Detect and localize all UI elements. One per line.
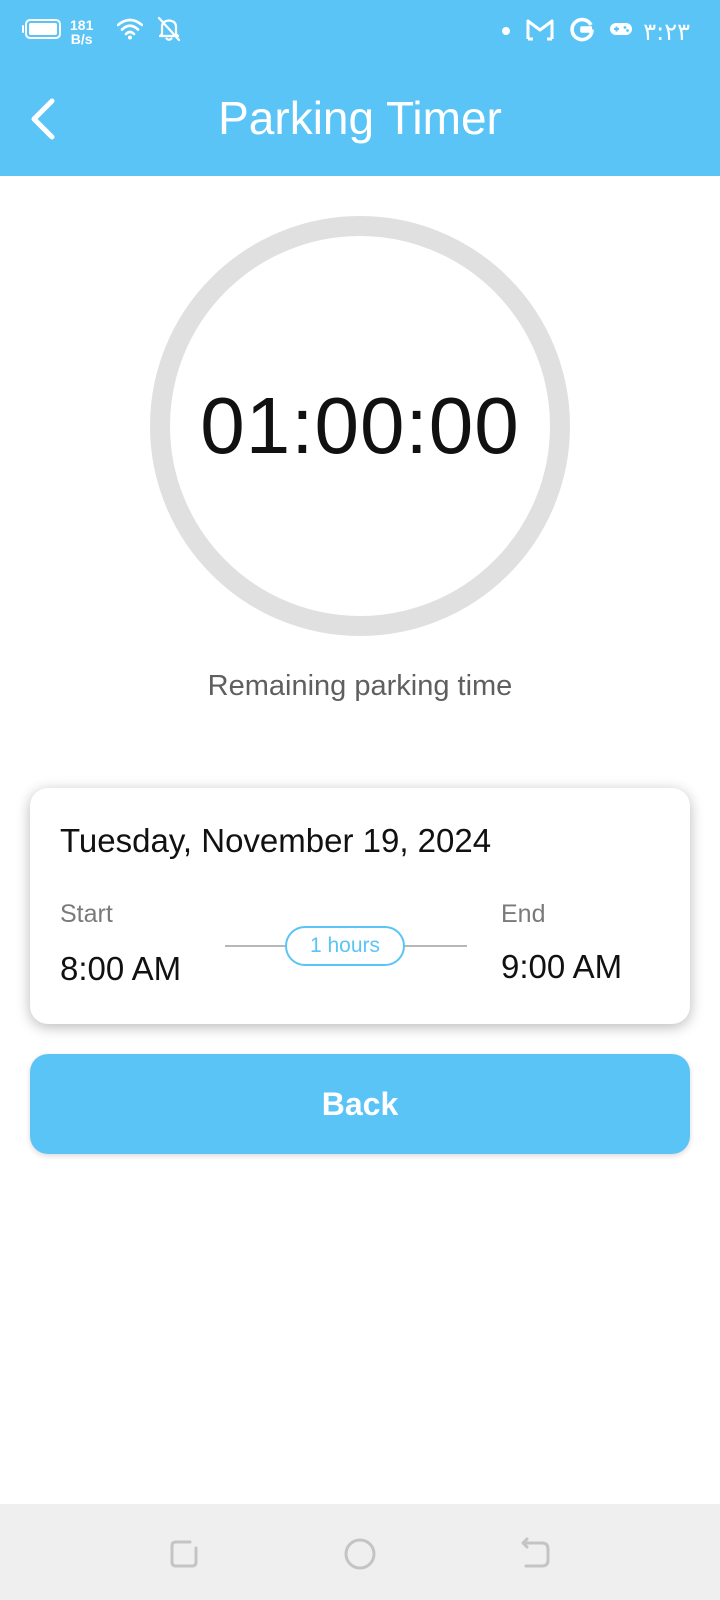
timer-countdown: 01:00:00 xyxy=(200,381,520,470)
system-back-button[interactable] xyxy=(518,1536,554,1572)
network-speed: 181 B/s xyxy=(70,18,93,46)
app-bar: Parking Timer xyxy=(0,62,720,176)
status-right-group: ۳:۲۳ xyxy=(501,16,690,47)
recents-icon xyxy=(170,1540,198,1568)
notifications-off-icon xyxy=(157,16,181,47)
status-left-group: 181 B/s xyxy=(22,16,181,47)
duration-badge: 1 hours xyxy=(285,926,405,966)
end-time: 9:00 AM xyxy=(501,948,623,985)
status-clock: ۳:۲۳ xyxy=(643,17,690,46)
start-time: 8:00 AM xyxy=(60,950,182,987)
back-icon xyxy=(521,1537,550,1568)
end-label: End xyxy=(501,900,546,928)
home-button[interactable] xyxy=(342,1536,378,1572)
session-date: Tuesday, November 19, 2024 xyxy=(60,822,492,859)
back-button[interactable]: Back xyxy=(30,1054,690,1154)
google-icon xyxy=(569,16,595,47)
status-bar: 181 B/s ۳:۲۳ xyxy=(0,0,720,62)
start-label: Start xyxy=(60,900,113,928)
home-icon xyxy=(344,1538,376,1570)
battery-icon xyxy=(22,18,62,45)
network-speed-unit: B/s xyxy=(70,30,93,47)
game-controller-icon xyxy=(609,19,633,44)
parking-session-card: Tuesday, November 19, 2024 Start 8:00 AM… xyxy=(30,788,690,1024)
network-speed-value: 181 xyxy=(70,16,94,33)
recents-button[interactable] xyxy=(166,1536,202,1572)
wifi-icon xyxy=(117,18,144,45)
page-title: Parking Timer xyxy=(218,92,502,144)
gmail-icon xyxy=(525,17,555,46)
timer-caption: Remaining parking time xyxy=(207,670,513,702)
dot-icon xyxy=(501,23,511,41)
system-nav-bar xyxy=(0,1504,720,1600)
